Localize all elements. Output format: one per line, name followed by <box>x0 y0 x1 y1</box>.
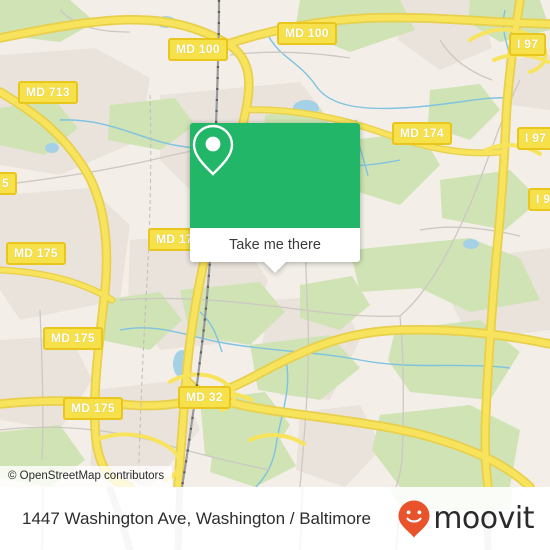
road-shield[interactable]: MD 175 <box>43 327 103 350</box>
road-shield[interactable]: MD 175 <box>63 397 123 420</box>
footer-bar: 1447 Washington Ave, Washington / Baltim… <box>0 487 550 550</box>
callout-pointer <box>264 262 286 273</box>
road-shield[interactable]: MD 32 <box>178 386 231 409</box>
road-shield[interactable]: MD 713 <box>18 81 78 104</box>
callout-body[interactable]: Take me there <box>190 228 360 262</box>
map-canvas[interactable]: MD 100 MD 100 I 97 MD 713 MD 174 I 97 5 … <box>0 0 550 487</box>
moovit-wordmark: moovit <box>433 500 534 536</box>
road-shield[interactable]: 5 <box>0 172 17 195</box>
map-pin-icon <box>192 124 234 176</box>
take-me-there-label: Take me there <box>229 237 321 253</box>
address-label: 1447 Washington Ave, Washington / Baltim… <box>22 508 372 528</box>
road-shield[interactable]: I 97 <box>517 127 550 150</box>
road-shield[interactable]: MD 174 <box>392 122 452 145</box>
road-shield[interactable]: I 97 <box>509 33 547 56</box>
callout-header <box>190 123 360 228</box>
moovit-logo[interactable]: moovit <box>397 499 534 539</box>
location-callout[interactable]: Take me there <box>190 123 360 273</box>
road-shield[interactable]: I 9 <box>528 188 550 211</box>
attribution-text[interactable]: © OpenStreetMap contributors <box>0 466 173 487</box>
road-shield[interactable]: MD 100 <box>277 22 337 45</box>
map-screenshot: MD 100 MD 100 I 97 MD 713 MD 174 I 97 5 … <box>0 0 550 550</box>
road-shield[interactable]: MD 100 <box>168 38 228 61</box>
road-shield[interactable]: MD 175 <box>6 242 66 265</box>
moovit-pin-smiley-icon <box>398 500 430 537</box>
